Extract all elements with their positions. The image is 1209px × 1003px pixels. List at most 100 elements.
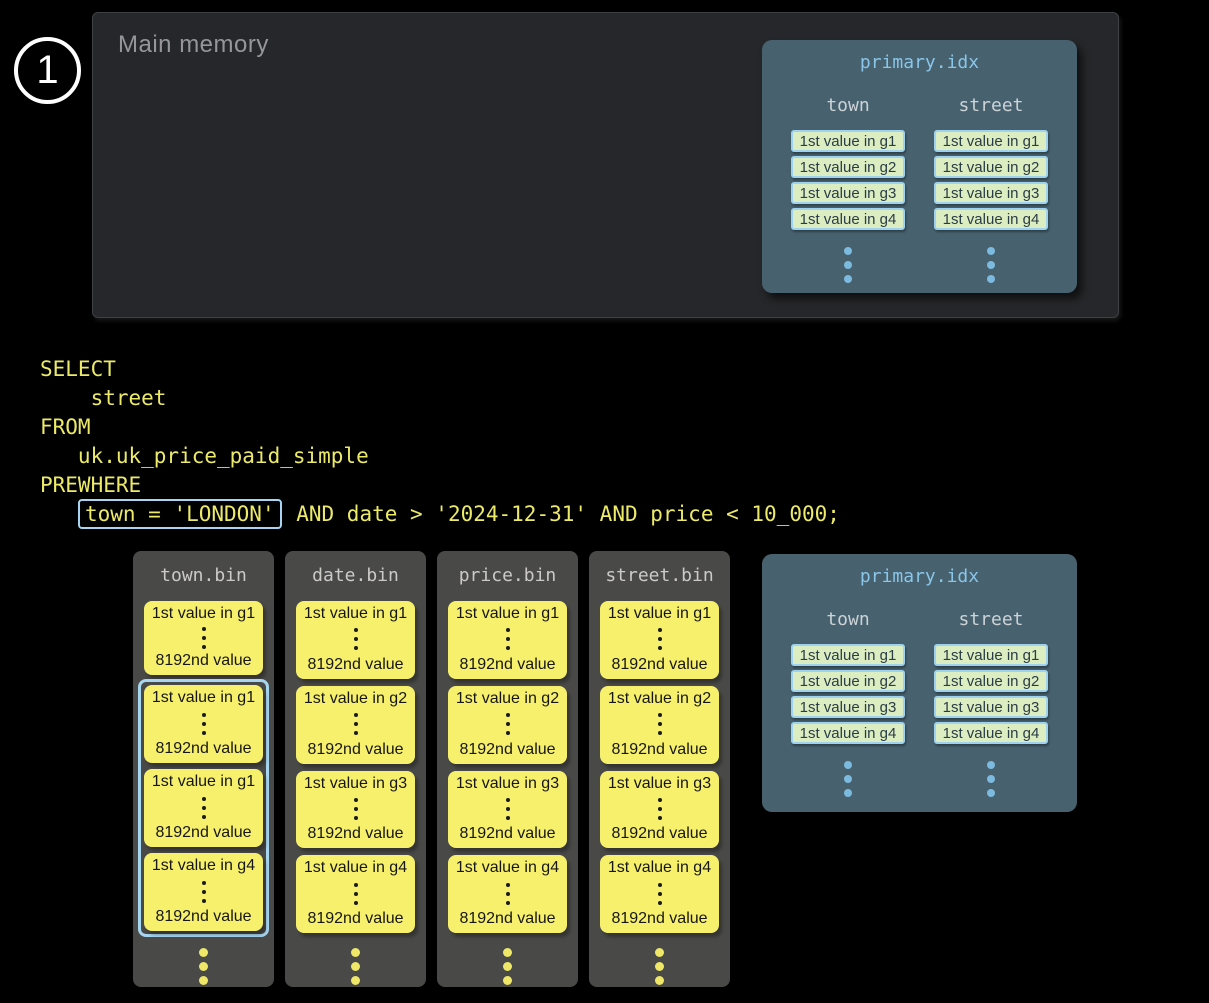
granule-ellipsis-icon	[354, 711, 358, 738]
sql-line: FROM	[40, 413, 840, 442]
granule-first-value: 1st value in g1	[152, 773, 255, 791]
granule-last-value: 8192nd value	[155, 740, 251, 758]
granule-last-value: 8192nd value	[611, 741, 707, 759]
primary-idx-title: primary.idx	[762, 52, 1077, 73]
bin-file-title: price.bin	[459, 565, 557, 586]
granule-block: 1st value in g2 8192nd value	[600, 686, 719, 764]
granule-first-value: 1st value in g4	[456, 859, 559, 877]
idx-column-street: street 1st value in g1 1st value in g2 1…	[934, 95, 1048, 286]
granule-first-value: 1st value in g1	[608, 605, 711, 623]
main-memory-label: Main memory	[118, 31, 269, 59]
idx-entry: 1st value in g3	[791, 182, 905, 204]
granule-ellipsis-icon	[658, 880, 662, 907]
idx-entry: 1st value in g2	[791, 670, 905, 692]
bin-file-title: town.bin	[160, 565, 247, 586]
sql-highlight-town-filter: town = 'LONDON'	[78, 499, 282, 529]
idx-column-street: street 1st value in g1 1st value in g2 1…	[934, 609, 1048, 800]
idx-entry: 1st value in g4	[791, 208, 905, 230]
sql-line: street	[40, 384, 840, 413]
granule-ellipsis-icon	[354, 795, 358, 822]
granule-block: 1st value in g4 8192nd value	[296, 855, 415, 933]
granule-block: 1st value in g4 8192nd value	[600, 855, 719, 933]
sql-line: PREWHERE	[40, 471, 840, 500]
granule-ellipsis-icon	[354, 626, 358, 653]
granule-first-value: 1st value in g2	[456, 690, 559, 708]
granule-ellipsis-icon	[202, 624, 206, 651]
primary-idx-box-disk: primary.idx town 1st value in g1 1st val…	[762, 554, 1077, 812]
idx-entry: 1st value in g4	[934, 208, 1048, 230]
step-1-badge: 1	[14, 37, 81, 104]
bin-file-title: date.bin	[312, 565, 399, 586]
granule-block: 1st value in g2 8192nd value	[448, 686, 567, 764]
granule-ellipsis-icon	[202, 878, 206, 905]
idx-column-town: town 1st value in g1 1st value in g2 1st…	[791, 609, 905, 800]
granule-last-value: 8192nd value	[155, 908, 251, 926]
sql-line: SELECT	[40, 355, 840, 384]
ellipsis-dots-icon	[844, 244, 852, 286]
selected-granules-outline: 1st value in g1 8192nd value 1st value i…	[138, 679, 269, 937]
granule-first-value: 1st value in g1	[152, 605, 255, 623]
idx-entry: 1st value in g3	[791, 696, 905, 718]
granule-first-value: 1st value in g3	[304, 775, 407, 793]
idx-entry: 1st value in g1	[934, 130, 1048, 152]
granule-ellipsis-icon	[506, 626, 510, 653]
primary-idx-columns: town 1st value in g1 1st value in g2 1st…	[762, 609, 1077, 800]
ellipsis-dots-icon	[503, 945, 512, 987]
idx-entry: 1st value in g3	[934, 182, 1048, 204]
granule-block: 1st value in g2 8192nd value	[296, 686, 415, 764]
ellipsis-dots-icon	[199, 945, 208, 987]
sql-line: uk.uk_price_paid_simple	[40, 442, 840, 471]
primary-idx-title: primary.idx	[762, 566, 1077, 587]
idx-entry: 1st value in g2	[934, 670, 1048, 692]
primary-idx-box-memory: primary.idx town 1st value in g1 1st val…	[762, 40, 1077, 293]
granule-ellipsis-icon	[658, 711, 662, 738]
idx-entry: 1st value in g1	[934, 644, 1048, 666]
granule-last-value: 8192nd value	[307, 825, 403, 843]
granule-first-value: 1st value in g1	[152, 689, 255, 707]
ellipsis-dots-icon	[987, 244, 995, 286]
idx-entry: 1st value in g2	[934, 156, 1048, 178]
ellipsis-dots-icon	[351, 945, 360, 987]
bin-file-town: town.bin 1st value in g1 8192nd value 1s…	[133, 551, 274, 987]
granule-block: 1st value in g3 8192nd value	[600, 771, 719, 849]
granule-first-value: 1st value in g4	[304, 859, 407, 877]
granule-last-value: 8192nd value	[611, 910, 707, 928]
idx-entry: 1st value in g4	[934, 722, 1048, 744]
granule-block: 1st value in g4 8192nd value	[448, 855, 567, 933]
granule-first-value: 1st value in g2	[304, 690, 407, 708]
granule-ellipsis-icon	[506, 795, 510, 822]
granule-block: 1st value in g1 8192nd value	[448, 601, 567, 679]
granule-ellipsis-icon	[506, 880, 510, 907]
sql-line: town = 'LONDON' AND date > '2024-12-31' …	[40, 500, 840, 529]
bin-file-price: price.bin 1st value in g1 8192nd value 1…	[437, 551, 578, 987]
granule-last-value: 8192nd value	[459, 741, 555, 759]
granule-last-value: 8192nd value	[459, 910, 555, 928]
ellipsis-dots-icon	[987, 758, 995, 800]
granule-last-value: 8192nd value	[459, 825, 555, 843]
idx-entry: 1st value in g2	[791, 156, 905, 178]
granule-first-value: 1st value in g2	[608, 690, 711, 708]
granule-block: 1st value in g1 8192nd value	[600, 601, 719, 679]
sql-indent	[40, 502, 78, 526]
idx-column-header: street	[958, 609, 1023, 630]
granule-last-value: 8192nd value	[155, 824, 251, 842]
idx-entry: 1st value in g4	[791, 722, 905, 744]
granule-last-value: 8192nd value	[611, 825, 707, 843]
sql-query: SELECT streetFROM uk.uk_price_paid_simpl…	[40, 355, 840, 529]
granule-ellipsis-icon	[506, 711, 510, 738]
granule-block: 1st value in g1 8192nd value	[144, 769, 263, 847]
idx-entry: 1st value in g1	[791, 644, 905, 666]
granule-ellipsis-icon	[202, 710, 206, 737]
idx-column-header: town	[826, 609, 869, 630]
bin-file-street: street.bin 1st value in g1 8192nd value …	[589, 551, 730, 987]
bin-file-title: street.bin	[605, 565, 713, 586]
granule-first-value: 1st value in g1	[304, 605, 407, 623]
granule-ellipsis-icon	[202, 794, 206, 821]
granule-last-value: 8192nd value	[307, 741, 403, 759]
granule-first-value: 1st value in g3	[456, 775, 559, 793]
step-1-label: 1	[36, 48, 58, 93]
granule-block: 1st value in g1 8192nd value	[144, 601, 263, 675]
granule-first-value: 1st value in g1	[456, 605, 559, 623]
ellipsis-dots-icon	[655, 945, 664, 987]
idx-entry: 1st value in g3	[934, 696, 1048, 718]
